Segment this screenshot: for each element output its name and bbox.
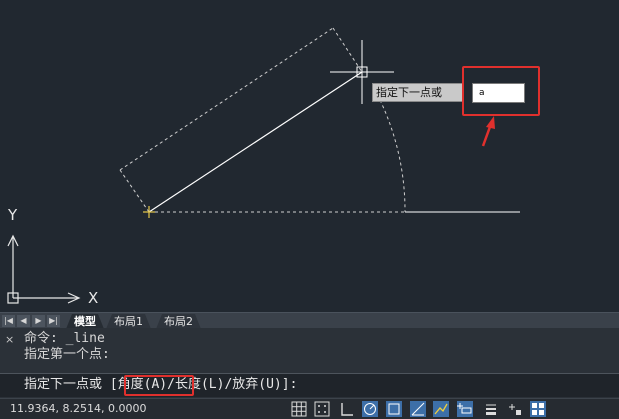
dynamic-ucs-icon[interactable] <box>433 401 449 417</box>
dashed-construction-box <box>119 27 363 213</box>
tab-layout2[interactable]: 布局2 <box>156 314 201 329</box>
ucs-y-label: Y <box>8 206 18 224</box>
status-bar: 11.9364, 8.2514, 0.0000 <box>0 398 619 419</box>
workspace-icon[interactable] <box>530 401 546 417</box>
command-line-panel: × 命令: _line 指定第一个点: 指定下一点或 [角度(A)/长度(L)/放… <box>0 328 619 398</box>
layout-tab-bar: |◀ ◀ ▶ ▶| 模型 布局1 布局2 <box>0 312 619 328</box>
tab-last-button[interactable]: ▶| <box>47 315 60 327</box>
dynamic-input-icon[interactable] <box>457 401 473 417</box>
tab-first-button[interactable]: |◀ <box>2 315 15 327</box>
ucs-icon <box>7 234 81 304</box>
lineweight-icon[interactable] <box>483 401 499 417</box>
tab-next-button[interactable]: ▶ <box>32 315 45 327</box>
start-point-marker <box>143 206 155 218</box>
osnap-icon[interactable] <box>386 401 402 417</box>
highlight-option-frame <box>124 375 194 396</box>
ucs-x-label: X <box>88 289 99 307</box>
history-line: 指定第一个点: <box>24 347 110 362</box>
snap-icon[interactable] <box>314 401 330 417</box>
history-line: 命令: _line <box>24 331 105 346</box>
polar-icon[interactable] <box>362 401 378 417</box>
red-arrow-icon <box>481 116 495 147</box>
rubber-band-line <box>148 71 363 213</box>
tab-layout1[interactable]: 布局1 <box>106 314 151 329</box>
tab-prev-button[interactable]: ◀ <box>17 315 30 327</box>
otrack-icon[interactable] <box>410 401 426 417</box>
tab-model[interactable]: 模型 <box>66 314 104 329</box>
drawing-svg <box>7 27 520 304</box>
command-input-row[interactable]: 指定下一点或 [角度(A)/长度(L)/放弃(U)]: <box>0 373 619 397</box>
prompt-text: 指定下一点或 <box>24 377 110 392</box>
drawing-canvas[interactable]: Y X 指定下一点或 a <box>0 0 619 312</box>
coordinate-readout: 11.9364, 8.2514, 0.0000 <box>10 402 147 415</box>
dynamic-input-tooltip: 指定下一点或 <box>372 83 463 102</box>
command-history: 命令: _line 指定第一个点: <box>24 331 110 363</box>
grid-icon[interactable] <box>291 401 307 417</box>
command-close-icon[interactable]: × <box>5 333 14 346</box>
annotation-icon[interactable] <box>507 401 523 417</box>
angle-arc <box>379 99 406 213</box>
ortho-icon[interactable] <box>339 401 355 417</box>
highlight-input-frame <box>462 66 540 116</box>
